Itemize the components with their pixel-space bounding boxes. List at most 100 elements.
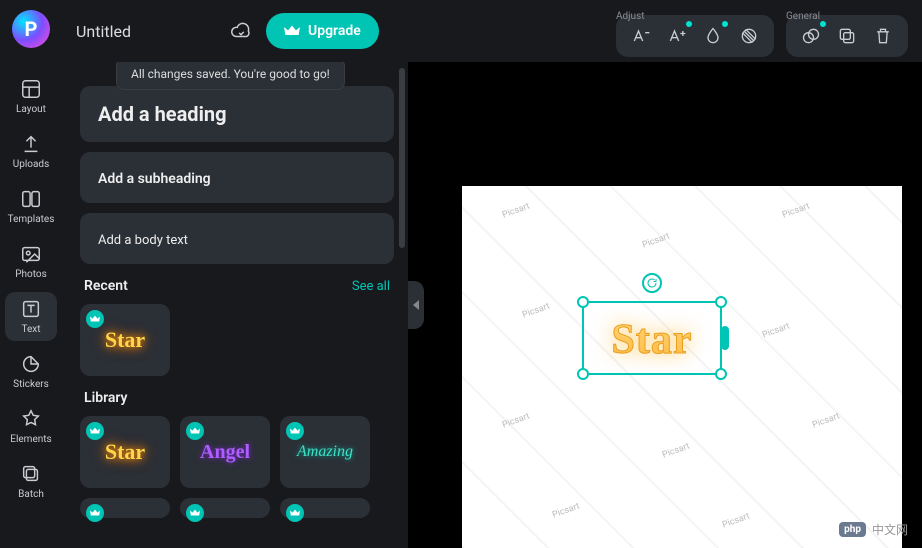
font-minus-icon: [631, 26, 651, 46]
templates-icon: [20, 188, 42, 210]
upgrade-label: Upgrade: [308, 23, 361, 39]
nav-rail: P Layout Uploads Templates Photos Text S…: [0, 0, 62, 548]
upgrade-button[interactable]: Upgrade: [266, 13, 379, 49]
library-title: Library: [84, 390, 128, 406]
recent-section-head: Recent See all: [84, 278, 390, 294]
nav-stickers[interactable]: Stickers: [5, 347, 57, 396]
logo-letter: P: [25, 17, 38, 41]
panel-collapse-handle[interactable]: [408, 281, 424, 329]
text-icon: [20, 298, 42, 320]
elements-icon: [20, 408, 42, 430]
library-section-head: Library: [84, 390, 390, 406]
nav-uploads-label: Uploads: [13, 159, 49, 170]
premium-badge: [86, 504, 104, 522]
color-button[interactable]: [700, 23, 726, 49]
nav-stickers-label: Stickers: [13, 379, 49, 390]
nav-photos[interactable]: Photos: [5, 237, 57, 286]
library-thumb-5[interactable]: [180, 498, 270, 518]
copy-icon: [837, 26, 857, 46]
page-watermark: php 中文网: [839, 521, 908, 538]
crown-icon: [290, 427, 300, 435]
app-logo[interactable]: P: [12, 10, 50, 48]
recent-thumb-star[interactable]: Star: [80, 304, 170, 376]
nav-layout-label: Layout: [16, 104, 46, 115]
layers-button[interactable]: [798, 23, 824, 49]
layout-icon: [20, 78, 42, 100]
general-group-label: General: [786, 11, 820, 22]
nav-templates[interactable]: Templates: [5, 182, 57, 231]
library-thumb-angel[interactable]: Angel: [180, 416, 270, 488]
top-header: Upgrade Adjust General: [62, 0, 922, 62]
delete-button[interactable]: [870, 23, 896, 49]
rotate-icon: [646, 277, 658, 289]
premium-badge: [286, 422, 304, 440]
nav-layout[interactable]: Layout: [5, 72, 57, 121]
cloud-save-button[interactable]: [228, 18, 254, 44]
cloud-icon: [230, 20, 252, 42]
library-thumb-amazing[interactable]: Amazing: [280, 416, 370, 488]
library-thumb-6[interactable]: [280, 498, 370, 518]
font-plus-icon: [667, 26, 687, 46]
crown-icon: [90, 509, 100, 517]
photos-icon: [20, 243, 42, 265]
thumb-text: Star: [105, 439, 145, 465]
panel-scrollbar[interactable]: [399, 68, 405, 248]
crown-icon: [284, 24, 300, 38]
canvas-text[interactable]: Star: [584, 303, 720, 377]
add-heading-button[interactable]: Add a heading: [80, 86, 394, 142]
library-row-1: Star Angel Amazing: [80, 416, 394, 488]
duplicate-button[interactable]: [834, 23, 860, 49]
canvas[interactable]: Picsart Picsart Picsart Picsart Picsart …: [462, 186, 902, 548]
nav-templates-label: Templates: [8, 214, 55, 225]
crown-icon: [190, 509, 200, 517]
premium-badge: [186, 422, 204, 440]
add-subheading-button[interactable]: Add a subheading: [80, 152, 394, 203]
nav-text-label: Text: [21, 324, 40, 335]
thumb-text: Star: [105, 327, 145, 353]
recent-title: Recent: [84, 278, 128, 294]
adjust-group-label: Adjust: [616, 11, 645, 22]
upload-icon: [20, 133, 42, 155]
crown-icon: [90, 427, 100, 435]
library-thumb-4[interactable]: [80, 498, 170, 518]
premium-badge: [186, 504, 204, 522]
nav-batch[interactable]: Batch: [5, 457, 57, 506]
premium-badge: [286, 504, 304, 522]
nav-photos-label: Photos: [15, 269, 47, 280]
add-heading-label: Add a heading: [98, 102, 227, 126]
nav-elements-label: Elements: [10, 434, 51, 445]
document-title-input[interactable]: [76, 22, 216, 41]
font-size-up-button[interactable]: [664, 23, 690, 49]
font-size-down-button[interactable]: [628, 23, 654, 49]
text-panel: All changes saved. You're good to go! Ad…: [62, 62, 408, 548]
nav-batch-label: Batch: [18, 489, 44, 500]
nav-uploads[interactable]: Uploads: [5, 127, 57, 176]
blend-icon: [739, 26, 759, 46]
effects-button[interactable]: [736, 23, 762, 49]
save-tooltip: All changes saved. You're good to go!: [116, 62, 345, 90]
premium-badge: [86, 422, 104, 440]
crown-icon: [290, 509, 300, 517]
crown-icon: [190, 427, 200, 435]
crown-icon: [90, 315, 100, 323]
text-selection-box[interactable]: Star: [582, 301, 722, 375]
library-thumb-star[interactable]: Star: [80, 416, 170, 488]
nav-text[interactable]: Text: [5, 292, 57, 341]
layers-icon: [801, 26, 821, 46]
watermark-text: 中文网: [872, 521, 908, 538]
resize-handle-r[interactable]: [721, 326, 729, 350]
recent-row: Star: [80, 304, 394, 376]
drop-icon: [703, 26, 723, 46]
add-subheading-label: Add a subheading: [98, 171, 211, 187]
rotate-handle[interactable]: [642, 273, 662, 293]
nav-elements[interactable]: Elements: [5, 402, 57, 451]
library-row-2: [80, 498, 394, 518]
adjust-group-wrap: Adjust: [616, 5, 774, 57]
php-logo: php: [839, 522, 866, 537]
thumb-text: Amazing: [297, 443, 353, 461]
see-all-link[interactable]: See all: [352, 279, 390, 294]
general-group-wrap: General: [786, 5, 908, 57]
batch-icon: [20, 463, 42, 485]
add-body-button[interactable]: Add a body text: [80, 213, 394, 264]
canvas-area: Picsart Picsart Picsart Picsart Picsart …: [408, 62, 922, 548]
